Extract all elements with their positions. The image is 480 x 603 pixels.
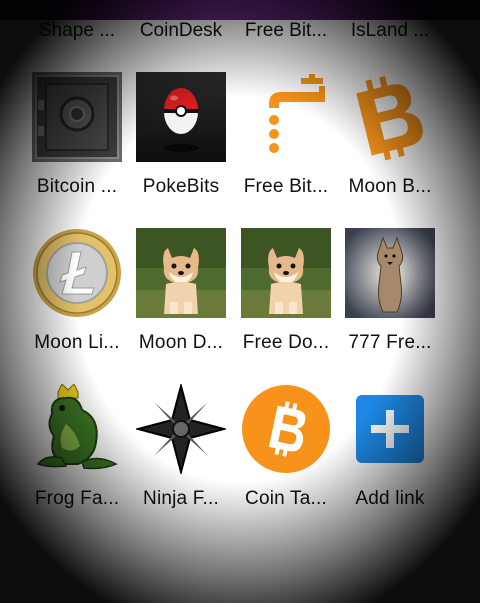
litecoin-coin-icon	[32, 228, 122, 318]
app-label: Bitcoin ...	[36, 176, 118, 197]
faucet-icon	[241, 72, 331, 162]
app-label: Moon D...	[138, 332, 224, 353]
shiba-dog-icon	[136, 228, 226, 318]
app-label: Free Bit...	[243, 176, 329, 197]
bitcoin-circle-icon	[241, 384, 331, 474]
app-label: Ninja F...	[143, 488, 219, 509]
app-label: Moon Li...	[34, 332, 120, 353]
app-label: 777 Fre...	[348, 332, 432, 353]
add-plus-icon	[345, 384, 435, 474]
wolf-dog-icon	[345, 228, 435, 318]
app-grid: Shape ... CoinDesk Free Bit... IsLand ..…	[0, 0, 480, 603]
bitcoin-logo-icon	[345, 72, 435, 162]
app-label-shape[interactable]: Shape ...	[25, 20, 129, 42]
shuriken-icon	[136, 384, 226, 474]
app-label: Add link	[355, 488, 425, 509]
app-label: PokeBits	[142, 176, 220, 197]
safe-vault-icon	[32, 72, 122, 162]
app-label: Free Do...	[242, 332, 330, 353]
pokeball-icon	[136, 72, 226, 162]
app-label-island[interactable]: IsLand ...	[338, 20, 442, 42]
app-label: Moon B...	[348, 176, 432, 197]
app-label-free-bit-top[interactable]: Free Bit...	[234, 20, 338, 42]
frog-king-icon	[32, 384, 122, 474]
app-label-coindesk[interactable]: CoinDesk	[129, 20, 233, 42]
app-label: Coin Ta...	[245, 488, 327, 509]
shiba-dog-icon	[241, 228, 331, 318]
app-label: Frog Fa...	[34, 488, 120, 509]
